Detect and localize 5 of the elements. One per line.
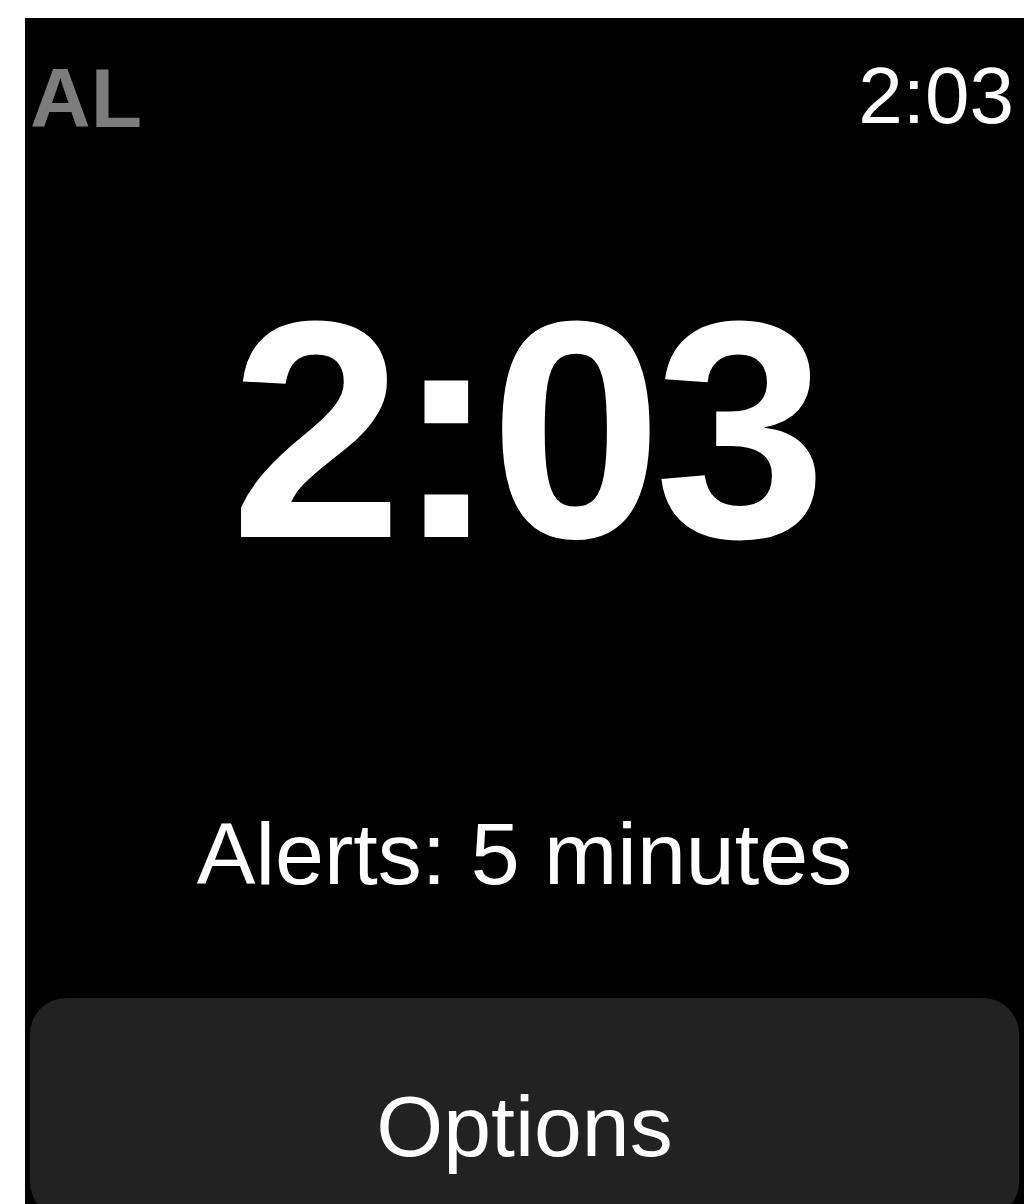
alerts-label: Alerts: 5 minutes [196, 810, 853, 898]
timer-display: 2:03 [230, 275, 819, 585]
options-button[interactable]: Options [30, 998, 1019, 1204]
status-time: 2:03 [858, 56, 1014, 136]
app-label: AL [30, 56, 142, 140]
